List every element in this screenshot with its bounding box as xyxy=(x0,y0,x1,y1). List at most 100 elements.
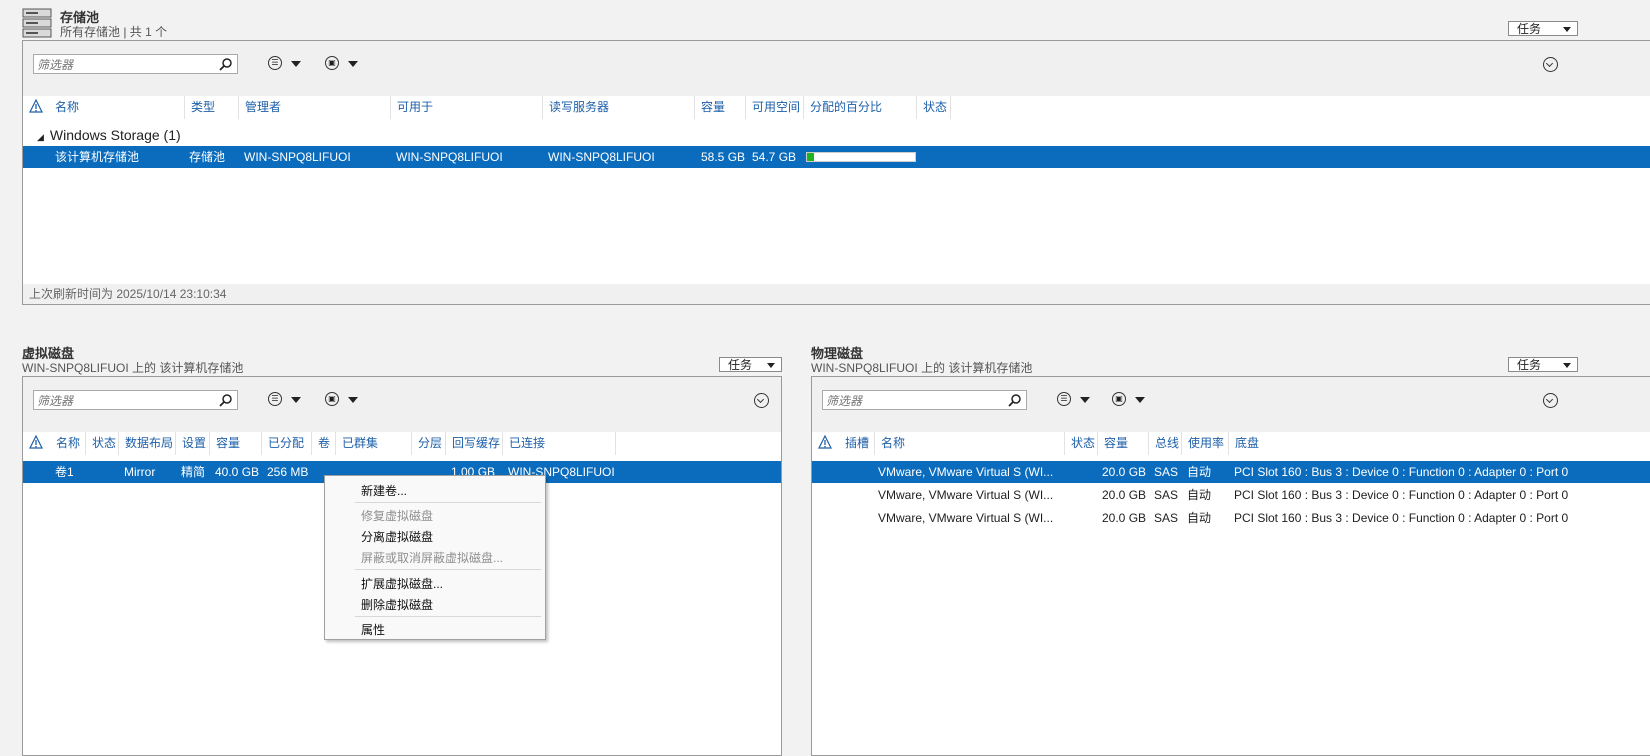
column-header[interactable]: 容量 xyxy=(1097,432,1148,455)
view-options-button[interactable]: ☰ xyxy=(1057,392,1095,410)
warning-sort-icon[interactable] xyxy=(29,435,43,450)
storage-pool-filter[interactable] xyxy=(33,54,238,75)
physical-disk-filter-input[interactable] xyxy=(823,391,1008,411)
column-header[interactable]: 分配的百分比 xyxy=(803,96,916,119)
collapse-triangle-icon[interactable]: ◢ xyxy=(37,132,44,142)
storage-pool-toolbar: ☰ ▣ xyxy=(23,41,1650,96)
cell-usage: 自动 xyxy=(1187,465,1212,479)
menu-item-mask-virtual-disk[interactable]: 屏蔽或取消屏蔽虚拟磁盘... xyxy=(361,549,503,566)
table-row[interactable]: VMware, VMware Virtual S (WI... 20.0 GB … xyxy=(812,484,1650,506)
view-options-button[interactable]: ☰ xyxy=(268,56,306,74)
column-header[interactable]: 总线 xyxy=(1148,432,1181,455)
chevron-down-icon xyxy=(1080,397,1090,403)
column-header[interactable]: 状态 xyxy=(85,432,118,455)
cell-bus: SAS xyxy=(1154,465,1179,479)
list-icon: ☰ xyxy=(268,56,282,70)
storage-pool-filter-input[interactable] xyxy=(34,55,219,75)
cell-chassis: PCI Slot 160 : Bus 3 : Device 0 : Functi… xyxy=(1234,465,1569,479)
menu-item-detach-virtual-disk[interactable]: 分离虚拟磁盘 xyxy=(361,528,433,545)
cell-usage: 自动 xyxy=(1187,488,1212,502)
cell-capacity: 58.5 GB xyxy=(701,150,746,164)
chevron-down-icon xyxy=(291,61,301,67)
column-header[interactable]: 数据布局 xyxy=(118,432,175,455)
save-query-button[interactable]: ▣ xyxy=(1112,392,1150,410)
menu-item-new-volume[interactable]: 新建卷... xyxy=(361,482,407,499)
physical-disk-toolbar: ☰ ▣ xyxy=(812,377,1650,432)
column-header[interactable]: 使用率 xyxy=(1181,432,1228,455)
table-row[interactable]: VMware, VMware Virtual S (WI... 20.0 GB … xyxy=(812,507,1650,529)
column-header[interactable]: 状态 xyxy=(1064,432,1097,455)
column-header[interactable]: 类型 xyxy=(184,96,238,119)
column-header[interactable]: 分层 xyxy=(411,432,445,455)
column-header[interactable]: 容量 xyxy=(209,432,261,455)
physical-disk-filter[interactable] xyxy=(822,390,1027,411)
collapse-icon[interactable] xyxy=(1543,57,1558,72)
column-header[interactable]: 容量 xyxy=(694,96,745,119)
search-icon[interactable] xyxy=(219,57,233,71)
column-header[interactable]: 管理者 xyxy=(238,96,390,119)
tasks-label: 任务 xyxy=(1517,358,1542,372)
cell-chassis: PCI Slot 160 : Bus 3 : Device 0 : Functi… xyxy=(1234,511,1569,525)
chevron-down-icon xyxy=(291,397,301,403)
save-query-button[interactable]: ▣ xyxy=(325,392,363,410)
table-row[interactable]: 该计算机存储池 存储池 WIN-SNPQ8LIFUOI WIN-SNPQ8LIF… xyxy=(23,146,1650,168)
storage-pool-icon xyxy=(22,8,52,38)
column-header[interactable]: 已群集 xyxy=(335,432,411,455)
menu-item-delete-virtual-disk[interactable]: 删除虚拟磁盘 xyxy=(361,596,433,613)
storage-pool-subtitle: 所有存储池 | 共 1 个 xyxy=(60,25,168,39)
physical-disk-tasks-button[interactable]: 任务 xyxy=(1508,357,1578,372)
column-header[interactable]: 底盘 xyxy=(1228,432,1528,455)
virtual-disk-filter[interactable] xyxy=(33,390,238,411)
save-query-button[interactable]: ▣ xyxy=(325,56,363,74)
tasks-label: 任务 xyxy=(728,358,753,372)
table-row[interactable]: VMware, VMware Virtual S (WI... 20.0 GB … xyxy=(812,461,1650,483)
group-header[interactable]: ◢ Windows Storage (1) xyxy=(37,127,181,143)
view-options-button[interactable]: ☰ xyxy=(268,392,306,410)
menu-item-repair-virtual-disk[interactable]: 修复虚拟磁盘 xyxy=(361,507,433,524)
allocation-progress-bar xyxy=(806,152,916,162)
column-header[interactable]: 已分配 xyxy=(261,432,311,455)
menu-separator xyxy=(355,616,541,617)
column-header[interactable]: 回写缓存 xyxy=(445,432,502,455)
collapse-icon[interactable] xyxy=(754,393,769,408)
column-header[interactable]: 已连接 xyxy=(502,432,616,455)
column-header[interactable]: 名称 xyxy=(874,432,1064,455)
column-header[interactable]: 设置 xyxy=(175,432,209,455)
storage-pool-tasks-button[interactable]: 任务 xyxy=(1508,21,1578,36)
cell-managed-by: WIN-SNPQ8LIFUOI xyxy=(244,150,351,164)
cell-bus: SAS xyxy=(1154,488,1179,502)
cell-chassis: PCI Slot 160 : Bus 3 : Device 0 : Functi… xyxy=(1234,488,1569,502)
cell-bus: SAS xyxy=(1154,511,1179,525)
warning-sort-icon[interactable] xyxy=(818,435,832,450)
column-header[interactable]: 可用空间 xyxy=(745,96,803,119)
virtual-disk-tasks-button[interactable]: 任务 xyxy=(719,357,782,372)
column-header[interactable]: 可用于 xyxy=(390,96,542,119)
column-header[interactable]: 名称 xyxy=(49,96,184,119)
cell-name: VMware, VMware Virtual S (WI... xyxy=(878,465,1054,479)
storage-pool-panel: ☰ ▣ 名称 类型 管理者 可用于 读写服务器 容量 可用空间 分配的百分比 状… xyxy=(22,40,1650,305)
collapse-icon[interactable] xyxy=(1543,393,1558,408)
virtual-disk-toolbar: ☰ ▣ xyxy=(23,377,781,432)
menu-separator xyxy=(355,569,541,570)
column-header[interactable]: 名称 xyxy=(50,432,85,455)
chevron-down-icon xyxy=(348,61,358,67)
virtual-disk-subtitle: WIN-SNPQ8LIFUOI 上的 该计算机存储池 xyxy=(22,361,244,375)
save-icon: ▣ xyxy=(1112,392,1126,406)
warning-sort-icon[interactable] xyxy=(29,99,43,114)
virtual-disk-filter-input[interactable] xyxy=(34,391,219,411)
column-header[interactable]: 插槽 xyxy=(839,432,874,455)
menu-item-extend-virtual-disk[interactable]: 扩展虚拟磁盘... xyxy=(361,575,443,592)
column-header[interactable]: 读写服务器 xyxy=(542,96,694,119)
cell-name: VMware, VMware Virtual S (WI... xyxy=(878,488,1054,502)
search-icon[interactable] xyxy=(1008,393,1022,407)
storage-pool-header: 名称 类型 管理者 可用于 读写服务器 容量 可用空间 分配的百分比 状态 xyxy=(23,96,1650,119)
column-header[interactable]: 卷 xyxy=(311,432,335,455)
cell-name: 卷1 xyxy=(55,465,74,479)
virtual-disk-header: 名称 状态 数据布局 设置 容量 已分配 卷 已群集 分层 回写缓存 已连接 xyxy=(23,432,781,455)
cell-type: 存储池 xyxy=(189,150,226,164)
cell-capacity: 20.0 GB xyxy=(1102,511,1147,525)
column-header[interactable]: 状态 xyxy=(916,96,951,119)
search-icon[interactable] xyxy=(219,393,233,407)
list-icon: ☰ xyxy=(268,392,282,406)
menu-item-properties[interactable]: 属性 xyxy=(361,621,385,638)
